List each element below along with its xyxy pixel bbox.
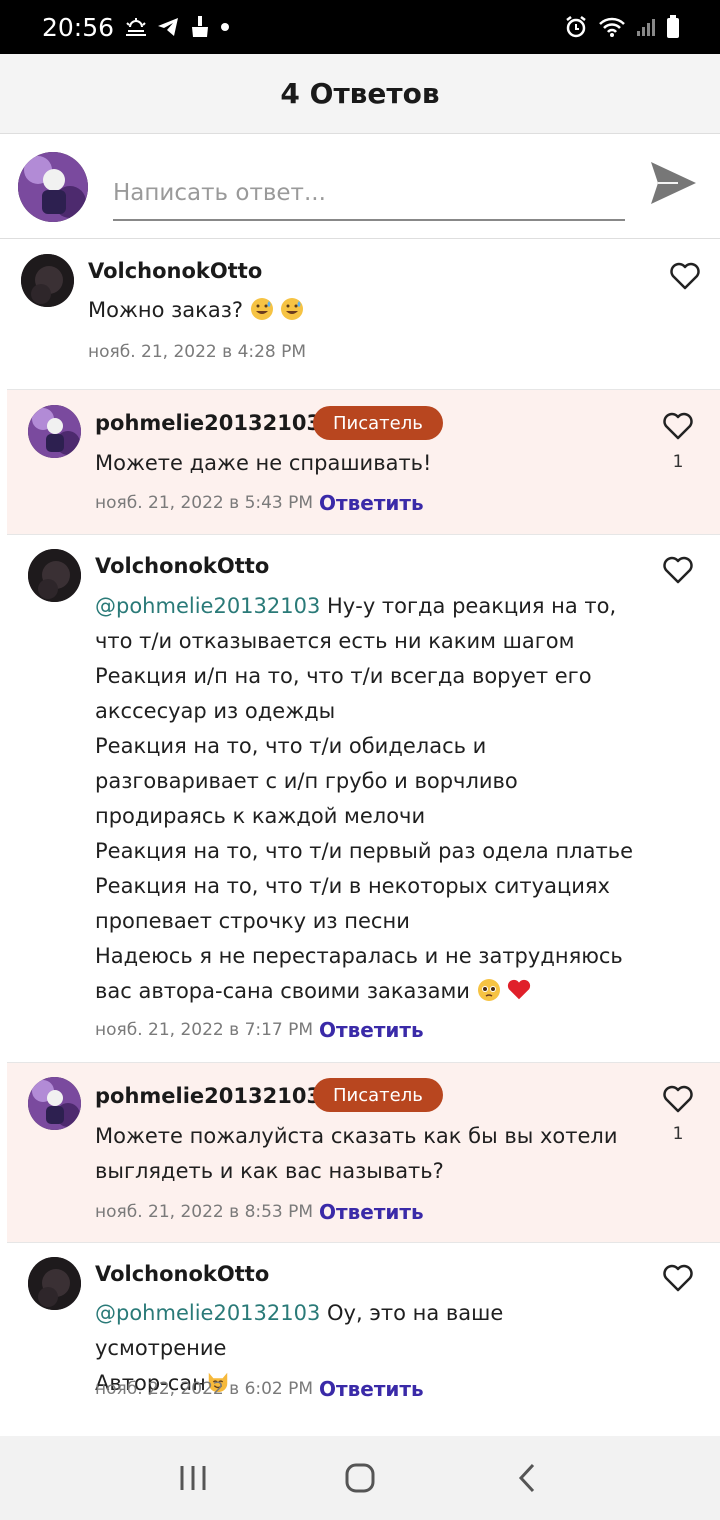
page-header: 4 Ответов <box>0 54 720 134</box>
pleading-face-emoji <box>477 979 500 1001</box>
heart-icon[interactable] <box>669 261 701 291</box>
dot-icon <box>221 23 230 31</box>
system-nav-bar <box>0 1436 720 1520</box>
back-button[interactable] <box>497 1448 557 1508</box>
comment: VolchonokOtto Можно заказ? нояб. 21, 202… <box>0 240 720 388</box>
recents-button[interactable] <box>163 1448 223 1508</box>
status-time: 20:56 <box>42 12 115 42</box>
comment: VolchonokOtto @pohmelie20132103 Ну-у тог… <box>0 536 720 1062</box>
comment-username[interactable]: VolchonokOtto <box>95 1262 269 1286</box>
alarm-icon <box>566 16 586 38</box>
reply-button[interactable]: Ответить <box>319 1200 424 1224</box>
cleaner-icon <box>192 16 209 37</box>
reply-button[interactable]: Ответить <box>319 491 424 515</box>
comment-date: нояб. 21, 2022 в 5:43 PM <box>95 493 314 513</box>
heart-icon[interactable] <box>662 1084 694 1114</box>
heart-icon[interactable] <box>662 411 694 441</box>
heart-icon[interactable] <box>662 555 694 585</box>
recents-icon <box>180 1466 206 1490</box>
avatar <box>21 254 74 307</box>
comment-date: нояб. 21, 2022 в 7:17 PM <box>95 1020 314 1040</box>
send-icon <box>651 162 696 204</box>
avatar <box>28 1257 81 1310</box>
writer-badge: Писатель <box>313 1078 443 1112</box>
current-user-avatar <box>18 152 88 222</box>
avatar <box>28 405 81 458</box>
sweat-smile-emoji <box>250 298 273 320</box>
wifi-icon <box>599 17 625 37</box>
like-count: 1 <box>672 452 684 472</box>
comment-text: @pohmelie20132103 Ну-у тогда реакция на … <box>95 594 633 1003</box>
comment: VolchonokOtto @pohmelie20132103 Оу, это … <box>0 1244 720 1434</box>
comment-username[interactable]: pohmelie20132103 <box>95 1084 321 1108</box>
comment-username[interactable]: VolchonokOtto <box>95 554 269 578</box>
weather-icon <box>126 18 147 36</box>
comment-date: нояб. 21, 2022 в 8:53 PM <box>95 1202 314 1222</box>
red-heart-emoji <box>508 979 531 1000</box>
like-count: 1 <box>672 1124 684 1144</box>
comment: pohmelie20132103 Писатель Можете даже не… <box>7 389 720 535</box>
comment: pohmelie20132103 Писатель Можете пожалуй… <box>7 1062 720 1243</box>
avatar <box>28 549 81 602</box>
comment-text: Можете пожалуйста сказать как бы вы хоте… <box>95 1124 618 1183</box>
reply-composer <box>0 135 720 239</box>
reply-button[interactable]: Ответить <box>319 1377 424 1401</box>
page-title: 4 Ответов <box>280 77 440 110</box>
status-bar: 20:56 <box>0 0 720 54</box>
battery-icon <box>667 15 679 38</box>
comment-date: нояб. 22, 2022 в 6:02 PM <box>95 1379 314 1399</box>
signal-icon <box>637 19 655 36</box>
mention-link[interactable]: @pohmelie20132103 <box>95 1301 320 1325</box>
telegram-icon <box>158 18 179 36</box>
comment-username[interactable]: VolchonokOtto <box>88 259 262 283</box>
home-icon <box>345 1463 375 1493</box>
avatar <box>28 1077 81 1130</box>
reply-button[interactable]: Ответить <box>319 1018 424 1042</box>
mention-link[interactable]: @pohmelie20132103 <box>95 594 320 618</box>
back-icon <box>518 1463 534 1493</box>
sweat-smile-emoji <box>281 298 304 320</box>
writer-badge: Писатель <box>313 406 443 440</box>
comment-date: нояб. 21, 2022 в 4:28 PM <box>88 342 307 362</box>
heart-icon[interactable] <box>662 1263 694 1293</box>
comment-username[interactable]: pohmelie20132103 <box>95 411 321 435</box>
comment-text: Можете даже не спрашивать! <box>95 451 432 475</box>
comment-text: Можно заказ? <box>88 293 608 328</box>
send-button[interactable] <box>648 158 698 213</box>
reply-input[interactable] <box>113 167 625 221</box>
home-button[interactable] <box>330 1448 390 1508</box>
